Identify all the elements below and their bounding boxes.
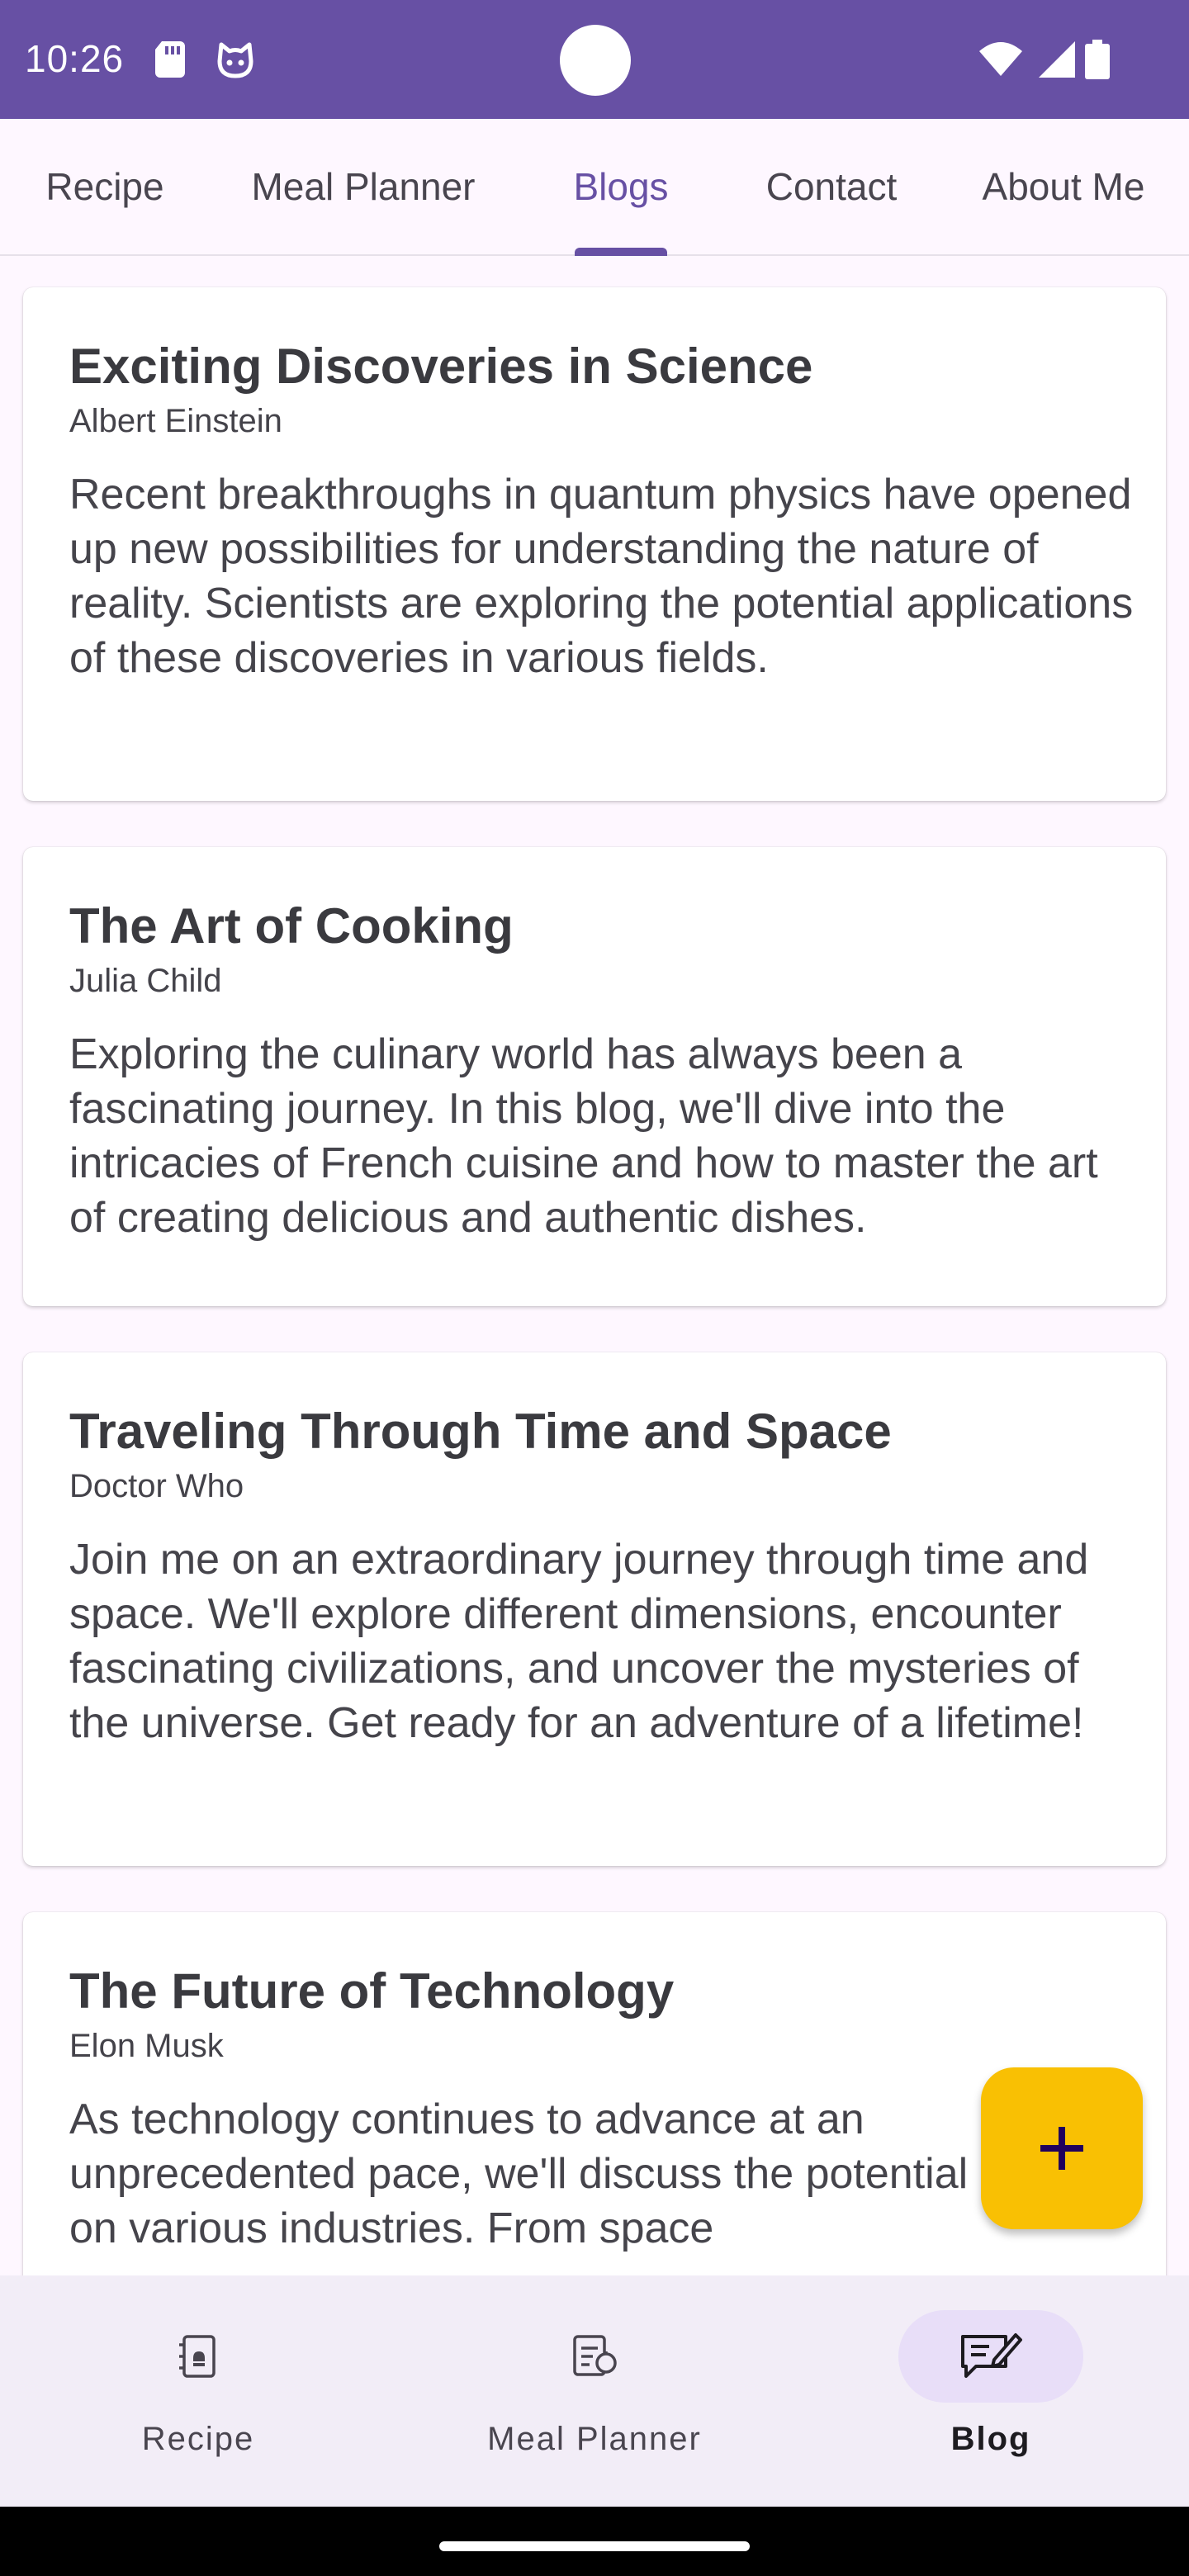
tab-meal-planner[interactable]: Meal Planner [210, 119, 517, 254]
gesture-navigation-area [0, 2507, 1189, 2576]
blog-edit-icon [961, 2333, 1022, 2378]
nav-label: Meal Planner [487, 2421, 702, 2457]
blog-body: As technology continues to advance at an… [69, 2095, 1106, 2252]
add-blog-button[interactable] [981, 2067, 1143, 2229]
sd-card-icon [155, 41, 185, 78]
blog-title: Exciting Discoveries in Science [69, 339, 813, 394]
active-tab-indicator [575, 248, 667, 256]
nav-item-recipe[interactable]: Recipe [0, 2275, 396, 2507]
nav-pill [106, 2310, 291, 2403]
nav-item-meal-planner[interactable]: Meal Planner [396, 2275, 793, 2507]
blog-body: Recent breakthroughs in quantum physics … [69, 471, 1134, 682]
blog-author: Julia Child [69, 963, 222, 999]
tab-contact[interactable]: Contact [725, 119, 938, 254]
wifi-icon [979, 42, 1022, 76]
tab-blogs[interactable]: Blogs [517, 119, 725, 254]
tab-recipe[interactable]: Recipe [0, 119, 210, 254]
plus-icon [1040, 2127, 1083, 2170]
blog-author: Doctor Who [69, 1468, 244, 1504]
nav-label: Blog [950, 2421, 1031, 2457]
blog-title: The Future of Technology [69, 1963, 675, 2019]
blog-author: Elon Musk [69, 2028, 224, 2064]
meal-planner-icon [573, 2335, 617, 2376]
blog-card[interactable]: Traveling Through Time and Space Doctor … [23, 1352, 1166, 1866]
nav-label: Recipe [141, 2421, 255, 2457]
recipe-book-icon [179, 2335, 216, 2378]
nav-pill-active [898, 2310, 1083, 2403]
blog-feed[interactable]: Exciting Discoveries in Science Albert E… [0, 258, 1189, 2275]
blog-body: Join me on an extraordinary journey thro… [69, 1536, 1089, 1747]
bottom-navigation: Recipe Meal Planner Blog [0, 2275, 1189, 2507]
camera-cutout [560, 25, 631, 96]
blog-author: Albert Einstein [69, 403, 282, 439]
nav-item-blog[interactable]: Blog [793, 2275, 1189, 2507]
top-tab-bar: Recipe Meal Planner Blogs Contact About … [0, 119, 1189, 256]
tab-about-me[interactable]: About Me [938, 119, 1189, 254]
battery-icon [1085, 40, 1110, 79]
blog-title: Traveling Through Time and Space [69, 1404, 892, 1459]
blog-card[interactable]: Exciting Discoveries in Science Albert E… [23, 287, 1166, 801]
status-bar: 10:26 [0, 0, 1189, 119]
blog-body: Exploring the culinary world has always … [69, 1030, 1098, 1242]
cellular-signal-icon [1039, 41, 1075, 78]
nav-pill [502, 2310, 687, 2403]
blog-title: The Art of Cooking [69, 898, 514, 954]
status-time: 10:26 [25, 37, 125, 80]
gesture-handle[interactable] [439, 2541, 750, 2551]
cat-face-icon [217, 42, 253, 78]
blog-card[interactable]: The Art of Cooking Julia Child Exploring… [23, 847, 1166, 1306]
